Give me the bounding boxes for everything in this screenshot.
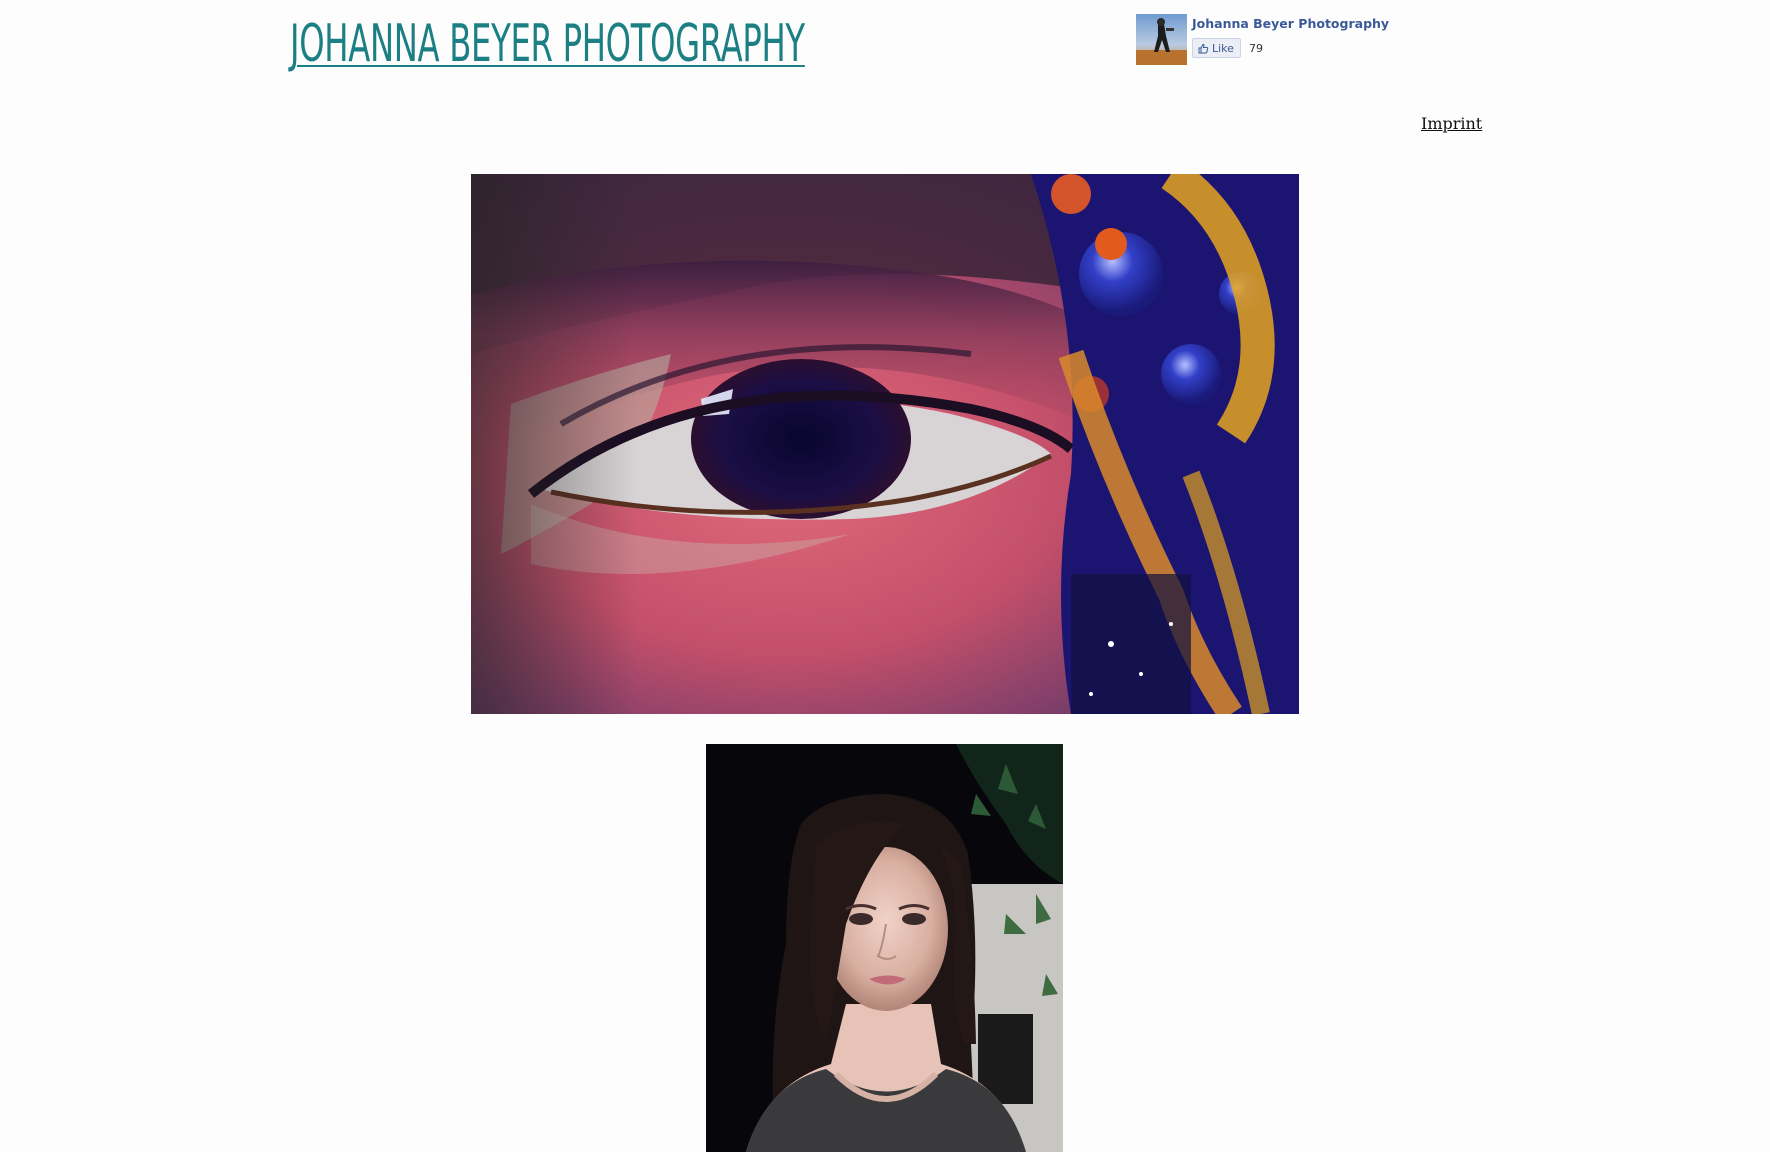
facebook-like-box: Johanna Beyer Photography Like 79 (1136, 14, 1396, 66)
facebook-like-button[interactable]: Like (1192, 38, 1241, 58)
page: JOHANNA BEYER PHOTOGRAPHY Johanna Beyer … (0, 0, 1770, 1152)
facebook-page-name-link[interactable]: Johanna Beyer Photography (1192, 16, 1389, 31)
facebook-page-avatar[interactable] (1136, 14, 1187, 65)
eye-closeup-photo[interactable] (471, 174, 1299, 714)
thumbs-up-icon (1198, 43, 1209, 54)
like-label: Like (1212, 41, 1234, 55)
imprint-link[interactable]: Imprint (1421, 114, 1482, 133)
like-count: 79 (1249, 42, 1263, 55)
portrait-photo[interactable] (706, 744, 1063, 1152)
site-title-link[interactable]: JOHANNA BEYER PHOTOGRAPHY (290, 14, 805, 74)
